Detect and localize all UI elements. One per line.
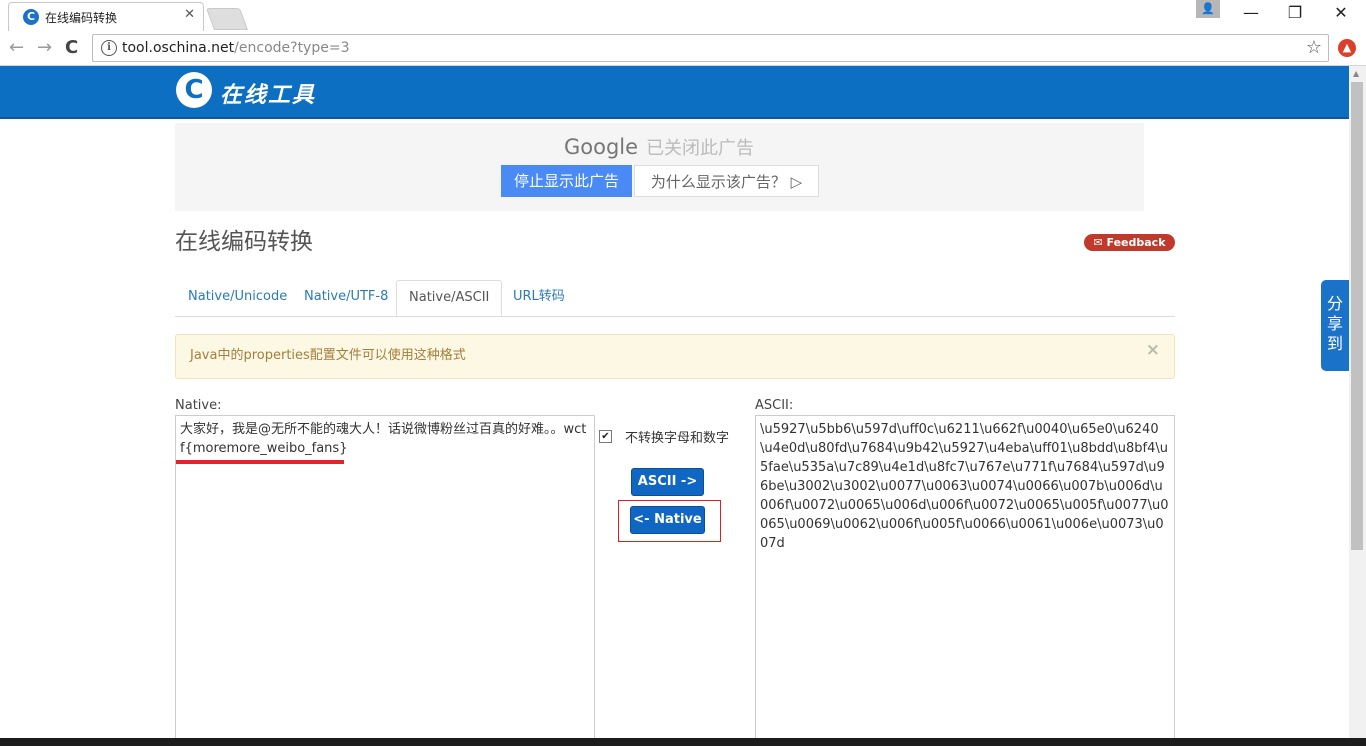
info-alert: Java中的properties配置文件可以使用这种格式 × [175,334,1175,379]
scroll-up-arrow-icon[interactable]: ▲ [1353,69,1359,78]
why-this-ad-button[interactable]: 为什么显示该广告？ ▷ [634,165,819,197]
flag-underline-annotation [176,460,344,464]
ascii-textarea[interactable]: \u5927\u5bb6\u597d\uff0c\u6211\u662f\u00… [755,415,1175,738]
scrollbar-thumb[interactable] [1351,82,1363,550]
to-native-button[interactable]: <- Native [630,506,705,534]
site-info-icon[interactable]: i [101,40,117,56]
site-header: C 在线工具 [0,66,1349,119]
google-wordmark: Google [564,135,639,159]
site-logo-text[interactable]: 在线工具 [220,77,316,109]
url-host: tool.oschina.net [122,40,235,56]
stop-showing-ad-button[interactable]: 停止显示此广告 [501,165,632,197]
bookmark-star-icon[interactable]: ☆ [1306,37,1322,58]
page-scrollbar[interactable]: ▲ [1349,66,1366,738]
share-sidebar-button[interactable]: 分享到 [1321,280,1349,371]
window-minimize-button[interactable]: — [1236,3,1266,22]
extension-icon[interactable]: ▲ [1338,39,1356,57]
tab-url-encode[interactable]: URL转码 [501,280,577,316]
keep-alnum-checkbox[interactable]: ✔ [599,430,612,443]
window-restore-button[interactable]: ❐ [1280,3,1310,22]
oschina-favicon-icon: C [23,9,39,25]
os-taskbar [0,738,1366,746]
forward-arrow-icon[interactable]: → [37,37,52,58]
feedback-button[interactable]: ✉ Feedback [1084,234,1175,251]
native-label: Native: [175,398,222,413]
site-logo-icon[interactable]: C [176,72,212,108]
browser-tab-title: 在线编码转换 [45,11,118,25]
encoding-tabs: Native/Unicode Native/UTF-8 Native/ASCII… [175,280,1175,317]
reload-icon[interactable]: C [65,37,78,58]
to-ascii-button[interactable]: ASCII -> [631,468,704,496]
url-text[interactable]: tool.oschina.net/encode?type=3 [122,40,349,56]
page-title: 在线编码转换 [175,229,313,255]
alert-close-icon[interactable]: × [1146,340,1160,360]
ad-google-label: Google 已关闭此广告 [564,134,754,160]
browser-toolbar: ← → C i tool.oschina.net/encode?type=3 ☆… [0,31,1366,66]
keep-alnum-label: 不转换字母和数字 [625,431,730,446]
page-viewport: C 在线工具 Google 已关闭此广告 停止显示此广告 为什么显示该广告？ ▷ … [0,66,1349,738]
address-bar[interactable]: i tool.oschina.net/encode?type=3 ☆ [92,34,1329,62]
tab-native-unicode[interactable]: Native/Unicode [176,280,299,316]
ad-closed-text: 已关闭此广告 [646,138,755,159]
ad-banner: Google 已关闭此广告 停止显示此广告 为什么显示该广告？ ▷ [175,123,1144,211]
window-close-button[interactable]: ✕ [1326,3,1356,22]
new-tab-button[interactable] [205,8,249,30]
user-profile-icon[interactable]: 👤 [1196,0,1220,18]
browser-tab[interactable]: C 在线编码转换 ✕ [8,2,204,31]
url-path: /encode?type=3 [234,40,350,56]
back-arrow-icon[interactable]: ← [9,37,24,58]
alert-text: Java中的properties配置文件可以使用这种格式 [190,348,466,363]
ascii-label: ASCII: [755,398,794,413]
tab-close-icon[interactable]: ✕ [184,7,195,22]
browser-tabstrip: C 在线编码转换 ✕ 👤 — ❐ ✕ [0,0,1366,31]
tab-native-utf8[interactable]: Native/UTF-8 [292,280,400,316]
tab-native-ascii[interactable]: Native/ASCII [396,280,503,316]
